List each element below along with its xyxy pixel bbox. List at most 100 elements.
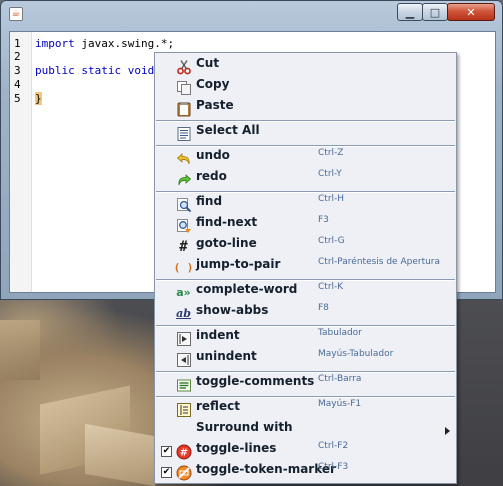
checkbox-checked[interactable]: ✔ bbox=[161, 446, 172, 457]
parentheses-icon: ( ) bbox=[173, 261, 194, 274]
unindent-icon bbox=[175, 351, 192, 368]
copy-icon bbox=[175, 79, 192, 96]
line-number: 3 bbox=[14, 64, 21, 77]
clipboard-icon bbox=[175, 100, 192, 117]
line-number-gutter: 1 2 3 4 5 bbox=[10, 32, 32, 292]
minimize-button[interactable]: ▁ bbox=[397, 3, 423, 21]
menu-item-label: toggle-lines bbox=[196, 441, 277, 455]
token-marker-icon bbox=[175, 464, 192, 481]
line-number: 4 bbox=[14, 78, 21, 91]
comment-icon bbox=[175, 376, 192, 393]
matched-brace: } bbox=[35, 92, 42, 105]
hash-icon: # bbox=[179, 238, 188, 255]
menu-item-label: reflect bbox=[196, 399, 240, 413]
menu-item-label: Select All bbox=[196, 123, 260, 137]
menu-separator bbox=[156, 396, 455, 398]
line-number: 2 bbox=[14, 50, 21, 63]
code-line[interactable]: import javax.swing.*; bbox=[35, 37, 174, 50]
menu-item-label: jump-to-pair bbox=[196, 257, 281, 271]
menu-item-label: goto-line bbox=[196, 236, 257, 250]
find-icon bbox=[175, 196, 192, 213]
undo-icon bbox=[175, 150, 192, 167]
menu-item-reflect[interactable]: reflect Mayús-F1 bbox=[156, 399, 455, 420]
line-numbers-icon: # bbox=[175, 443, 192, 460]
menu-item-label: undo bbox=[196, 148, 230, 162]
wallpaper-box bbox=[85, 423, 155, 486]
menu-item-label: find bbox=[196, 194, 223, 208]
code-text: javax.swing.*; bbox=[74, 37, 175, 50]
menu-item-jump-to-pair[interactable]: ( ) jump-to-pair Ctrl-Paréntesis de Aper… bbox=[156, 257, 455, 278]
line-number: 1 bbox=[14, 37, 21, 50]
menu-item-shortcut: Mayús-Tabulador bbox=[318, 349, 394, 359]
menu-item-shortcut: Mayús-F1 bbox=[318, 399, 362, 409]
menu-separator bbox=[156, 279, 455, 281]
svg-text:#: # bbox=[179, 447, 187, 458]
submenu-arrow-icon bbox=[445, 427, 450, 435]
menu-item-label: find-next bbox=[196, 215, 258, 229]
menu-item-shortcut: Ctrl-Paréntesis de Apertura bbox=[318, 257, 441, 267]
menu-separator bbox=[156, 371, 455, 373]
menu-separator bbox=[156, 145, 455, 147]
menu-item-unindent[interactable]: unindent Mayús-Tabulador bbox=[156, 349, 455, 370]
line-number: 5 bbox=[14, 92, 21, 105]
menu-item-find-next[interactable]: find-next F3 bbox=[156, 215, 455, 236]
menu-item-shortcut: Ctrl-F3 bbox=[318, 462, 349, 472]
menu-item-goto-line[interactable]: # goto-line Ctrl-G bbox=[156, 236, 455, 257]
menu-item-shortcut: Ctrl-K bbox=[318, 282, 344, 292]
menu-item-shortcut: Tabulador bbox=[318, 328, 362, 338]
menu-item-cut[interactable]: Cut bbox=[156, 56, 455, 77]
menu-item-copy[interactable]: Copy bbox=[156, 77, 455, 98]
menu-item-complete-word[interactable]: a» complete-word Ctrl-K bbox=[156, 282, 455, 303]
menu-item-label: indent bbox=[196, 328, 240, 342]
wallpaper-box bbox=[0, 320, 40, 380]
menu-separator bbox=[156, 120, 455, 122]
close-button[interactable]: ✕ bbox=[447, 3, 495, 21]
indent-icon bbox=[175, 330, 192, 347]
menu-item-undo[interactable]: undo Ctrl-Z bbox=[156, 148, 455, 169]
menu-item-label: show-abbs bbox=[196, 303, 269, 317]
menu-item-label: toggle-token-marker bbox=[196, 462, 336, 476]
menu-item-toggle-token-marker[interactable]: ✔ toggle-token-marker Ctrl-F3 bbox=[156, 462, 455, 483]
menu-item-shortcut: Ctrl-Barra bbox=[318, 374, 362, 384]
checkbox-checked[interactable]: ✔ bbox=[161, 467, 172, 478]
code-line[interactable]: public static void bbox=[35, 64, 154, 77]
menu-item-shortcut: F8 bbox=[318, 303, 329, 313]
menu-item-shortcut: Ctrl-Z bbox=[318, 148, 344, 158]
code-keyword: public static void bbox=[35, 64, 155, 77]
menu-item-label: Paste bbox=[196, 98, 234, 112]
menu-item-label: toggle-comments bbox=[196, 374, 315, 388]
abbreviation-icon: ab bbox=[176, 307, 191, 320]
menu-item-label: complete-word bbox=[196, 282, 298, 296]
menu-item-show-abbs[interactable]: ab show-abbs F8 bbox=[156, 303, 455, 324]
menu-item-label: unindent bbox=[196, 349, 257, 363]
java-app-icon: ☕ bbox=[9, 7, 23, 21]
title-bar[interactable]: ☕ ▁ □ ✕ bbox=[1, 1, 502, 27]
code-keyword: import bbox=[35, 37, 75, 50]
menu-item-redo[interactable]: redo Ctrl-Y bbox=[156, 169, 455, 190]
menu-item-shortcut: Ctrl-G bbox=[318, 236, 345, 246]
menu-item-shortcut: Ctrl-F2 bbox=[318, 441, 349, 451]
scissors-icon bbox=[175, 58, 192, 75]
menu-item-paste[interactable]: Paste bbox=[156, 98, 455, 119]
menu-separator bbox=[156, 191, 455, 193]
menu-item-label: Copy bbox=[196, 77, 230, 91]
menu-item-indent[interactable]: indent Tabulador bbox=[156, 328, 455, 349]
menu-item-label: redo bbox=[196, 169, 227, 183]
menu-item-shortcut: Ctrl-H bbox=[318, 194, 345, 204]
menu-item-find[interactable]: find Ctrl-H bbox=[156, 194, 455, 215]
context-menu: Cut Copy Paste Select All undo Ctrl-Z re… bbox=[154, 52, 457, 484]
menu-item-shortcut: F3 bbox=[318, 215, 329, 225]
select-all-icon bbox=[175, 125, 192, 142]
menu-item-toggle-comments[interactable]: toggle-comments Ctrl-Barra bbox=[156, 374, 455, 395]
menu-item-select-all[interactable]: Select All bbox=[156, 123, 455, 144]
redo-icon bbox=[175, 171, 192, 188]
complete-word-icon: a» bbox=[176, 286, 191, 299]
menu-item-surround-with[interactable]: Surround with bbox=[156, 420, 455, 441]
reflect-icon bbox=[175, 401, 192, 418]
menu-item-label: Cut bbox=[196, 56, 220, 70]
maximize-button[interactable]: □ bbox=[422, 3, 448, 21]
menu-item-shortcut: Ctrl-Y bbox=[318, 169, 342, 179]
code-line[interactable]: } bbox=[35, 92, 42, 105]
menu-separator bbox=[156, 325, 455, 327]
menu-item-toggle-lines[interactable]: ✔ # toggle-lines Ctrl-F2 bbox=[156, 441, 455, 462]
